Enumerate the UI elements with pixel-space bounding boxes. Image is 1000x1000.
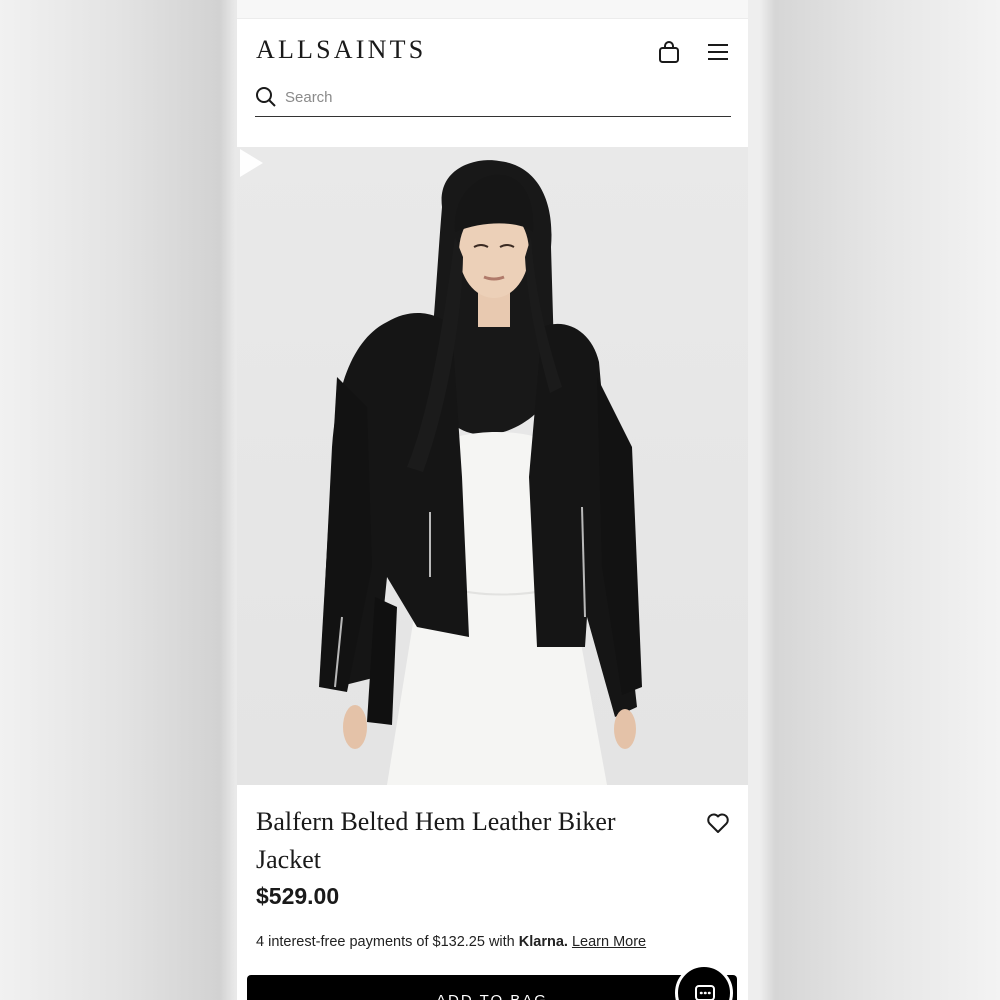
learn-more-link[interactable]: Learn More bbox=[572, 934, 646, 950]
hamburger-menu-icon[interactable] bbox=[707, 42, 729, 62]
installment-text: 4 interest-free payments of $132.25 with bbox=[256, 934, 515, 950]
add-to-bag-button[interactable]: ADD TO BAG bbox=[247, 975, 737, 1000]
installment-info: 4 interest-free payments of $132.25 with… bbox=[256, 934, 736, 950]
product-title: Balfern Belted Hem Leather Biker Jacket bbox=[256, 807, 616, 874]
product-price: $529.00 bbox=[256, 883, 340, 909]
phone-screen: ALLSAINTS Search Balfern Belted Hem Leat… bbox=[237, 0, 748, 1000]
chat-button[interactable] bbox=[675, 964, 733, 1000]
shopping-bag-icon[interactable] bbox=[658, 40, 680, 64]
search-input[interactable] bbox=[285, 86, 705, 108]
search-bar[interactable] bbox=[255, 80, 731, 117]
klarna-logo: Klarna. bbox=[518, 934, 568, 950]
chat-icon bbox=[695, 985, 715, 1000]
brand-logo[interactable]: ALLSAINTS bbox=[256, 35, 426, 65]
status-strip bbox=[237, 0, 748, 19]
play-video-icon[interactable] bbox=[237, 147, 265, 179]
product-photo-illustration bbox=[319, 160, 642, 785]
search-icon[interactable] bbox=[255, 86, 277, 108]
product-image[interactable] bbox=[237, 147, 748, 785]
heart-icon[interactable] bbox=[706, 812, 730, 834]
